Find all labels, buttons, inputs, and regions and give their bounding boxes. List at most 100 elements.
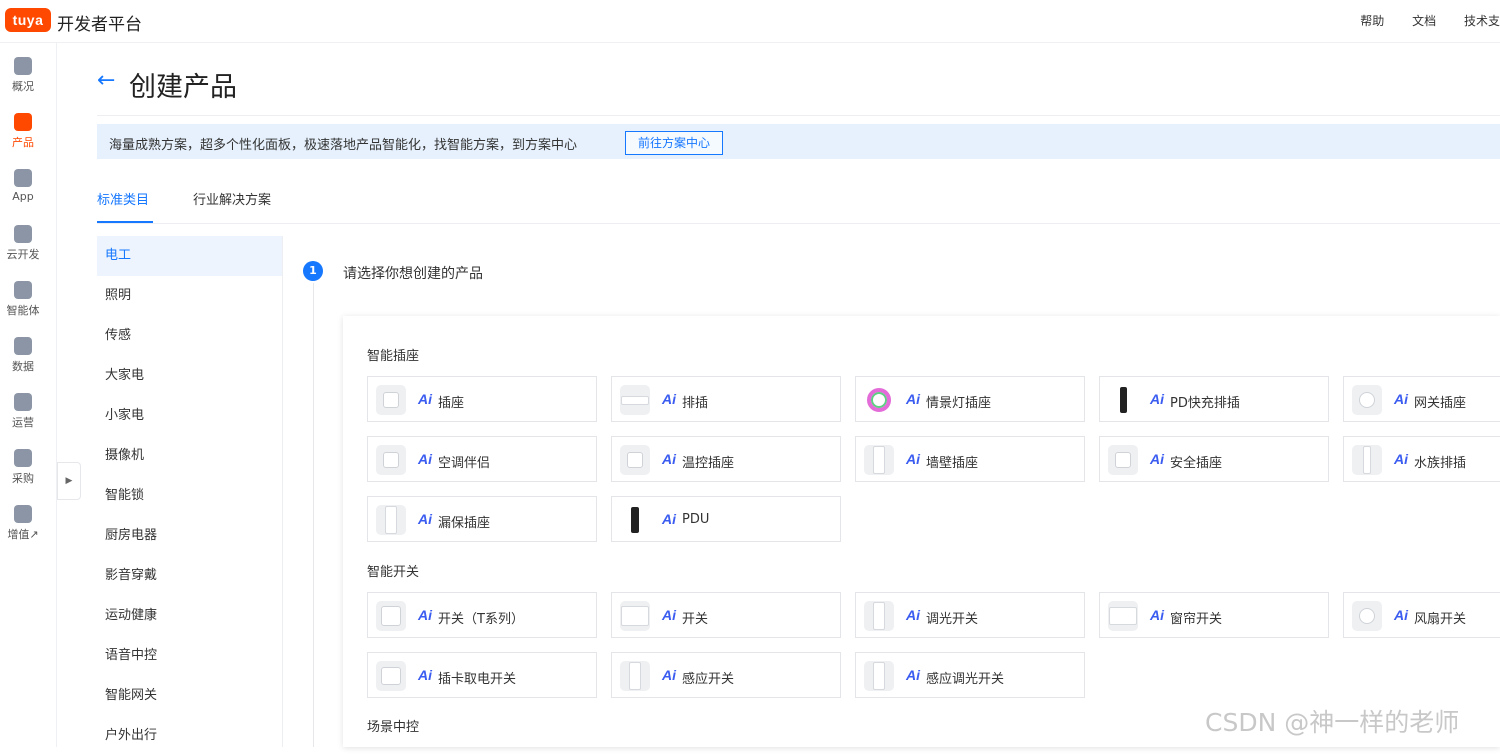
solution-banner: 海量成熟方案，超多个性化面板，极速落地产品智能化，找智能方案，到方案中心 前往方… (97, 124, 1500, 159)
top-bar: tuya 开发者平台 帮助 文档 技术支 (0, 0, 1500, 43)
docs-link[interactable]: 文档 (1412, 14, 1436, 28)
product-card[interactable]: Ai 感应调光开关 (855, 652, 1085, 698)
category-item[interactable]: 电工 (97, 236, 282, 276)
category-item[interactable]: 小家电 (97, 396, 282, 436)
product-card[interactable]: Ai 风扇开关 (1343, 592, 1500, 638)
category-list: 电工 照明 传感 大家电 小家电 摄像机 智能锁 厨房电器 影音穿戴 运动健康 … (97, 236, 283, 747)
category-item[interactable]: 智能网关 (97, 676, 282, 716)
product-card[interactable]: Ai PD快充排插 (1099, 376, 1329, 422)
category-item[interactable]: 厨房电器 (97, 516, 282, 556)
ai-badge-icon: Ai (1394, 607, 1408, 623)
product-card[interactable]: Ai 调光开关 (855, 592, 1085, 638)
category-item[interactable]: 大家电 (97, 356, 282, 396)
nav-item-agent[interactable]: 智能体 (0, 281, 46, 318)
nav-item-value-added[interactable]: 增值↗ (0, 505, 46, 542)
category-item[interactable]: 传感 (97, 316, 282, 356)
category-item[interactable]: 语音中控 (97, 636, 282, 676)
csdn-watermark: CSDN @神一样的老师 (1205, 708, 1460, 737)
banner-text: 海量成熟方案，超多个性化面板，极速落地产品智能化，找智能方案，到方案中心 (109, 138, 578, 153)
category-item[interactable]: 户外出行 (97, 716, 282, 756)
product-card[interactable]: Ai 漏保插座 (367, 496, 597, 542)
nav-item-cloud[interactable]: 云开发 (0, 225, 46, 262)
group-title-smart-switch: 智能开关 (367, 565, 420, 580)
ai-badge-icon: Ai (662, 511, 676, 527)
category-item[interactable]: 运动健康 (97, 596, 282, 636)
ai-badge-icon: Ai (662, 667, 676, 683)
fan-switch-icon (1352, 601, 1382, 631)
product-card[interactable]: Ai 插卡取电开关 (367, 652, 597, 698)
curtain-switch-icon (1108, 601, 1138, 631)
switch-icon (620, 601, 650, 631)
ai-badge-icon: Ai (418, 391, 432, 407)
dimmer-switch-icon (864, 601, 894, 631)
product-card[interactable]: Ai 插座 (367, 376, 597, 422)
product-card[interactable]: Ai 空调伴侣 (367, 436, 597, 482)
nav-item-purchase[interactable]: 采购 (0, 449, 46, 486)
box-icon (14, 449, 32, 467)
leakage-protection-socket-icon (376, 505, 406, 535)
wall-socket-icon (864, 445, 894, 475)
product-card[interactable]: Ai 窗帘开关 (1099, 592, 1329, 638)
pd-fast-charge-strip-icon (1108, 385, 1138, 415)
terminal-icon (14, 113, 32, 131)
product-card[interactable]: Ai 水族排插 (1343, 436, 1500, 482)
product-card[interactable]: Ai 开关（T系列） (367, 592, 597, 638)
product-card[interactable]: Ai PDU (611, 496, 841, 542)
ac-companion-icon (376, 445, 406, 475)
product-card[interactable]: Ai 墙壁插座 (855, 436, 1085, 482)
product-panel: 智能插座 Ai 插座 Ai 排插 Ai 情景灯插座 Ai PD快充排插 Ai 网… (343, 316, 1500, 747)
ai-badge-icon: Ai (1394, 391, 1408, 407)
page-title: 创建产品 (129, 72, 237, 103)
sensor-switch-icon (620, 661, 650, 691)
ai-badge-icon: Ai (662, 451, 676, 467)
ai-badge-icon: Ai (662, 391, 676, 407)
ai-badge-icon: Ai (906, 667, 920, 683)
product-card[interactable]: Ai 开关 (611, 592, 841, 638)
support-link[interactable]: 技术支 (1464, 14, 1500, 28)
agent-icon (14, 281, 32, 299)
nav-item-operation[interactable]: 运营 (0, 393, 46, 430)
ambient-light-socket-icon (864, 385, 894, 415)
thermostat-socket-icon (620, 445, 650, 475)
ai-badge-icon: Ai (418, 667, 432, 683)
product-card[interactable]: Ai 温控插座 (611, 436, 841, 482)
ai-badge-icon: Ai (418, 451, 432, 467)
diamond-icon (14, 505, 32, 523)
tab-standard-category[interactable]: 标准类目 (97, 189, 149, 208)
card-power-switch-icon (376, 661, 406, 691)
product-card[interactable]: Ai 感应开关 (611, 652, 841, 698)
help-link[interactable]: 帮助 (1360, 14, 1384, 28)
product-card[interactable]: Ai 网关插座 (1343, 376, 1500, 422)
product-card[interactable]: Ai 排插 (611, 376, 841, 422)
product-card[interactable]: Ai 情景灯插座 (855, 376, 1085, 422)
nav-item-data[interactable]: 数据 (0, 337, 46, 374)
ai-badge-icon: Ai (662, 607, 676, 623)
group-title-smart-socket: 智能插座 (367, 349, 420, 364)
home-icon (14, 57, 32, 75)
step-label: 请选择你想创建的产品 (343, 266, 483, 282)
nav-item-app[interactable]: App (0, 169, 46, 203)
ai-badge-icon: Ai (906, 451, 920, 467)
power-strip-icon (620, 385, 650, 415)
back-arrow-icon[interactable]: ← (97, 68, 115, 93)
sensor-dimmer-switch-icon (864, 661, 894, 691)
category-item[interactable]: 摄像机 (97, 436, 282, 476)
pdu-icon (620, 505, 650, 535)
ai-badge-icon: Ai (418, 607, 432, 623)
phone-icon (14, 169, 32, 187)
category-item[interactable]: 照明 (97, 276, 282, 316)
tab-industry-solution[interactable]: 行业解决方案 (193, 189, 271, 208)
ai-badge-icon: Ai (906, 607, 920, 623)
nav-item-overview[interactable]: 概况 (0, 57, 46, 94)
go-solution-center-button[interactable]: 前往方案中心 (625, 131, 723, 155)
aquarium-strip-icon (1352, 445, 1382, 475)
category-item[interactable]: 智能锁 (97, 476, 282, 516)
group-title-scene-control: 场景中控 (367, 720, 420, 735)
ai-badge-icon: Ai (906, 391, 920, 407)
product-card[interactable]: Ai 安全插座 (1099, 436, 1329, 482)
nav-item-product[interactable]: 产品 (0, 113, 46, 150)
safety-socket-icon (1108, 445, 1138, 475)
ai-badge-icon: Ai (418, 511, 432, 527)
category-item[interactable]: 影音穿戴 (97, 556, 282, 596)
tuya-logo[interactable]: tuya (5, 8, 51, 32)
